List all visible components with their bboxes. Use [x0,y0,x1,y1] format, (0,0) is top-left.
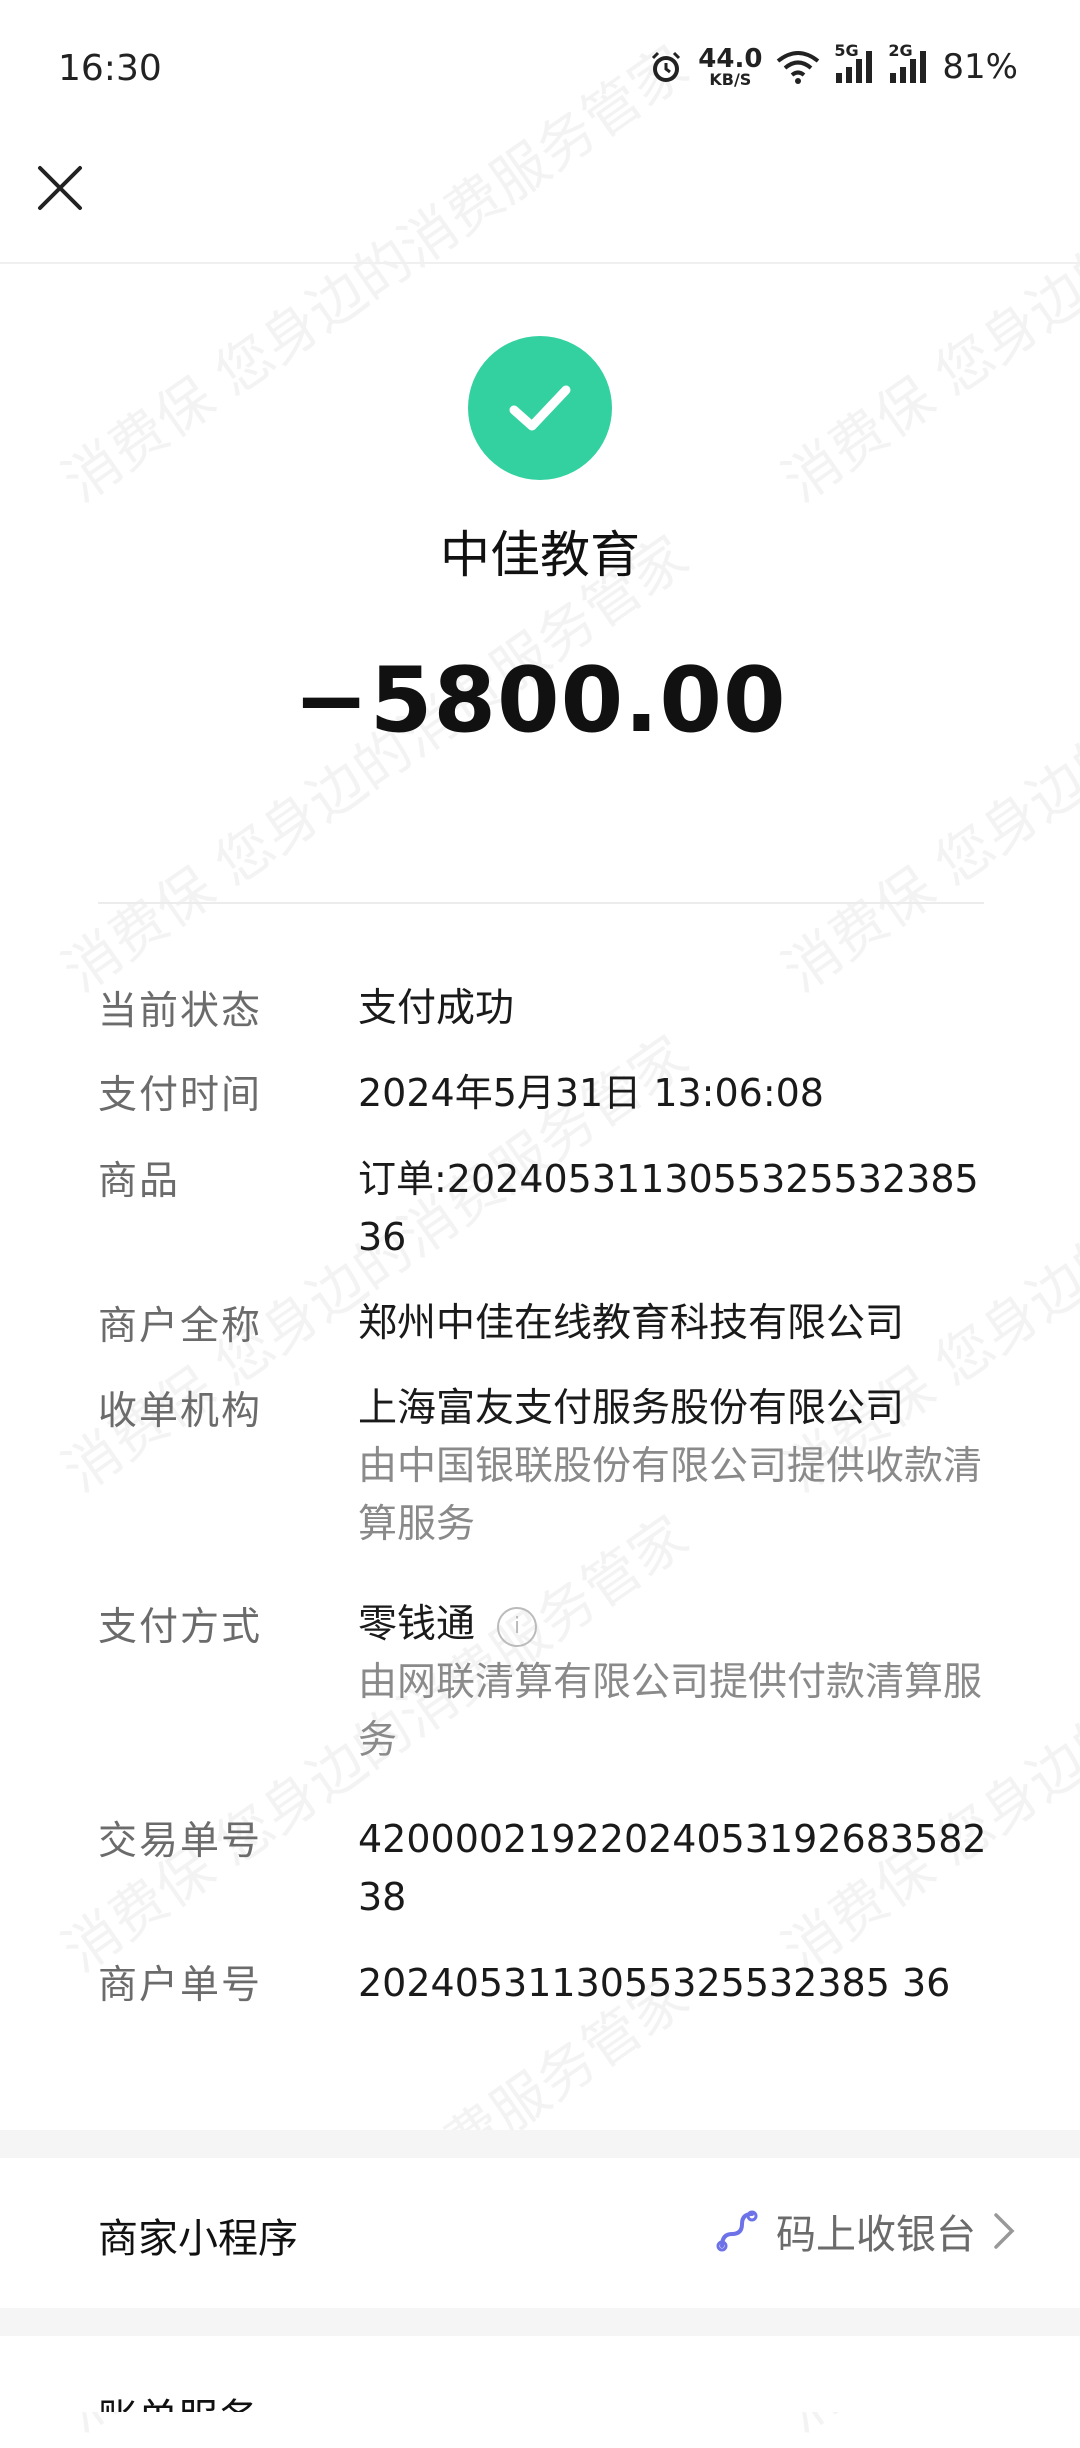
status-icons: 44.0 KB/S 5G 2G 81% [648,41,1018,88]
wifi-icon [776,49,820,85]
section-gap [0,2308,1080,2336]
merchant-mini-program-row[interactable]: 商家小程序 码上收银台 [0,2158,1080,2308]
detail-label: 商户单号 [98,1963,263,2008]
net-speed: 44.0 KB/S [698,46,762,88]
close-icon [38,166,82,210]
net-speed-value: 44.0 [698,44,763,74]
acquirer-name: 上海富友支付服务股份有限公司 [358,1386,905,1431]
mini-program-name: 码上收银台 [776,2212,976,2258]
detail-label: 支付方式 [98,1605,263,1650]
link-icon [716,2210,758,2252]
payment-amount: −5800.00 [293,648,787,753]
signal-5g-label: 5G [834,41,859,60]
check-icon [468,336,612,480]
section-gap [0,2130,1080,2158]
payment-method-name: 零钱通 [358,1602,476,1647]
alarm-icon [648,49,684,85]
detail-value[interactable]: 2024053113055325532385 36 [358,1954,990,2012]
divider [98,902,984,904]
net-speed-unit: KB/S [709,70,752,89]
battery-level: 81% [942,47,1018,87]
detail-label: 商户全称 [98,1304,263,1349]
detail-value[interactable]: 42000021922024053192683582 38 [358,1810,990,1926]
detail-label: 支付时间 [98,1073,263,1118]
signal-2g-icon: 2G [888,41,928,85]
detail-label: 交易单号 [98,1819,263,1864]
mini-program-link[interactable]: 码上收银台 [714,2202,1016,2260]
status-bar: 16:30 44.0 KB/S 5G 2G 81% [0,0,1080,140]
acquirer-note: 由中国银联股份有限公司提供收款清算服务 [358,1444,983,1547]
close-button[interactable] [34,162,86,214]
merchant-name: 中佳教育 [440,526,640,584]
watermark: 消费保 您身边的消费服务管家 [51,524,700,1006]
detail-value: 订单:20240531130553255323853​6 [358,1157,979,1259]
detail-label: 收单机构 [98,1389,263,1434]
detail-value: 支付成功 [358,986,515,1031]
status-time: 16:30 [58,48,162,89]
mini-program-label: 商家小程序 [98,2216,298,2262]
payment-method-note: 由网联清算有限公司提供付款清算服务 [358,1660,983,1763]
chevron-right-icon [994,2213,1015,2249]
detail-value: 零钱通 i 由网联清算有限公司提供付款清算服务 [358,1596,990,1770]
detail-label: 商品 [98,1159,181,1204]
detail-value: 2024年5月31日 13:06:08 [358,1071,824,1115]
detail-value: 郑州中佳在线教育科技有限公司 [358,1301,905,1346]
header-divider [0,262,1080,264]
info-icon[interactable]: i [497,1607,538,1647]
detail-label: 当前状态 [98,989,263,1034]
signal-2g-label: 2G [888,41,913,60]
watermark: 消费保 您身边的消费服务管家 [771,524,1080,1006]
bill-service-label: 账单服务 [98,2386,258,2412]
detail-value: 上海富友支付服务股份有限公司 由中国银联股份有限公司提供收款清算服务 [358,1380,990,1554]
signal-5g-icon: 5G [834,41,874,85]
bill-service-row[interactable]: 账单服务 [0,2336,1080,2412]
